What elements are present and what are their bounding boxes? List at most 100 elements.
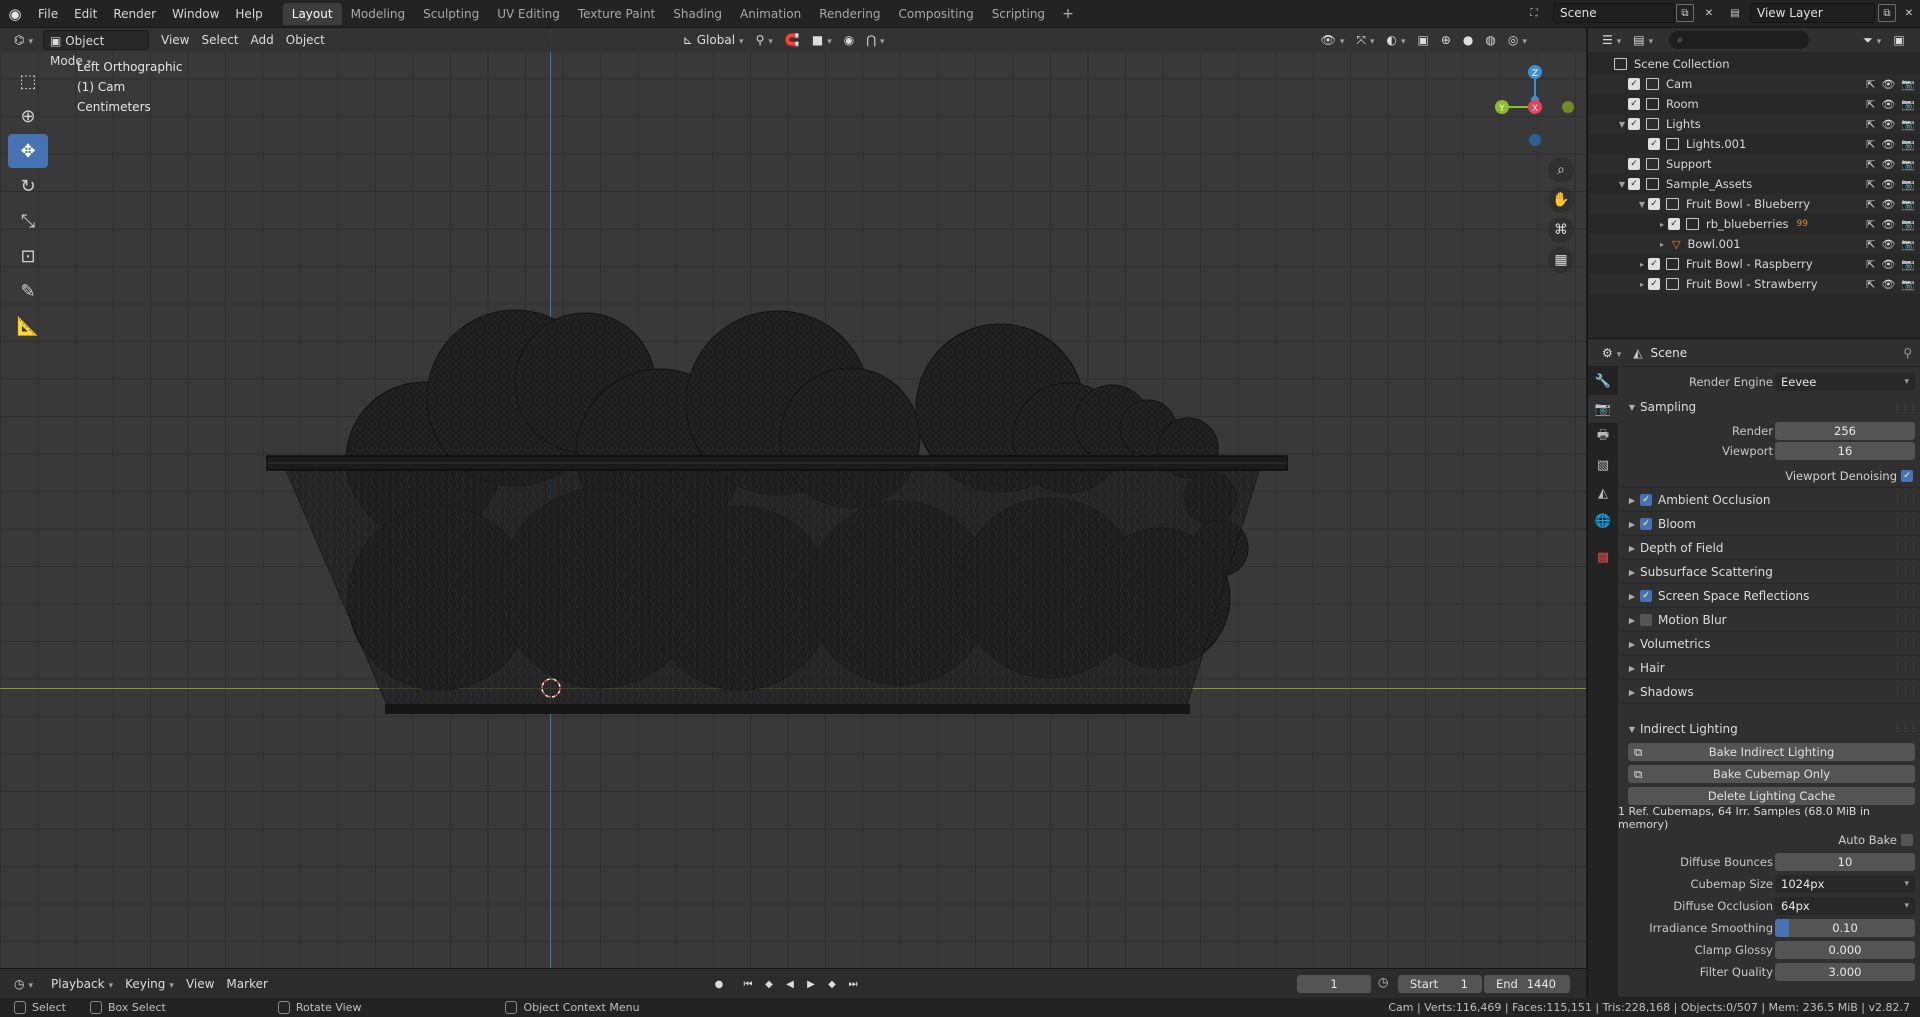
tab-layout[interactable]: Layout	[282, 2, 342, 25]
proportional-edit-icon[interactable]: ◉	[838, 30, 860, 50]
view-layer-icon[interactable]: ▤	[1726, 4, 1744, 22]
outliner-row[interactable]: ▸ ✓ Fruit Bowl - Raspberry ⇱ 👁 📷	[1588, 254, 1920, 274]
visibility-eye-icon[interactable]: 👁	[1881, 178, 1895, 191]
exclude-checkbox[interactable]: ✓	[1628, 118, 1640, 130]
render-camera-icon[interactable]: 📷	[1901, 178, 1915, 191]
playback-menu[interactable]: Playback ▾	[45, 974, 119, 994]
delete-lighting-cache-button[interactable]: Delete Lighting Cache	[1628, 787, 1915, 805]
menu-view[interactable]: View	[155, 30, 195, 50]
bake-cubemap-only-button[interactable]: ⧉ Bake Cubemap Only	[1628, 765, 1915, 783]
gizmo-toggle-icon[interactable]: ⤧ ▾	[1350, 30, 1380, 50]
world-tab-icon[interactable]: 🌐	[1588, 507, 1618, 535]
new-collection-icon[interactable]: ▣	[1887, 30, 1910, 50]
panel-enable-checkbox[interactable]: ✓	[1640, 494, 1652, 506]
drag-grip-icon[interactable]: ⋮⋮⋮	[1893, 724, 1918, 734]
collapsed-panel-header[interactable]: ▶ ✓ Ambient Occlusion ⋮⋮⋮	[1618, 488, 1920, 512]
scale-tool-icon[interactable]: ⤡	[8, 204, 48, 238]
move-tool-icon[interactable]: ✥	[8, 134, 48, 168]
panel-enable-checkbox[interactable]: ✓	[1640, 590, 1652, 602]
exclude-checkbox[interactable]: ✓	[1668, 218, 1680, 230]
render-engine-dropdown[interactable]: Eevee ▾	[1775, 373, 1915, 391]
pan-hand-icon[interactable]: ✋	[1548, 187, 1574, 213]
collapsed-panel-header[interactable]: ▶ ✓ Bloom ⋮⋮⋮	[1618, 512, 1920, 536]
render-camera-icon[interactable]: 📷	[1901, 238, 1915, 251]
menu-edit[interactable]: Edit	[66, 3, 105, 25]
jump-end-icon[interactable]: ⏭	[844, 975, 862, 993]
remove-scene-icon[interactable]: ✕	[1700, 4, 1718, 22]
disclosure-icon[interactable]: ▸	[1656, 240, 1668, 249]
drag-grip-icon[interactable]: ⋮⋮⋮	[1893, 687, 1918, 697]
rotate-tool-icon[interactable]: ↻	[8, 169, 48, 203]
render-samples-field[interactable]: 256	[1775, 422, 1915, 440]
3d-viewport[interactable]: Left Orthographic (1) Cam Centimeters ⬚ …	[0, 28, 1586, 968]
measure-tool-icon[interactable]: 📐	[8, 309, 48, 343]
render-camera-icon[interactable]: 📷	[1901, 78, 1915, 91]
outliner-row[interactable]: ▸ ▽ Bowl.001 ⇱ 👁 📷	[1588, 234, 1920, 254]
disclosure-icon[interactable]: ▼	[1636, 200, 1648, 209]
prev-keyframe-icon[interactable]: ◆	[760, 975, 778, 993]
disclosure-icon[interactable]: ▸	[1636, 260, 1648, 269]
outliner-row[interactable]: ▸ ✓ rb_blueberries 99 ⇱ 👁 📷	[1588, 214, 1920, 234]
outliner-row[interactable]: ✓ Lights.001 ⇱ 👁 📷	[1588, 134, 1920, 154]
outliner-row[interactable]: ✓ Room ⇱ 👁 📷	[1588, 94, 1920, 114]
editor-type-icon[interactable]: ⌬ ▾	[8, 30, 39, 50]
viewport-samples-field[interactable]: 16	[1775, 442, 1915, 460]
menu-select[interactable]: Select	[196, 30, 245, 50]
selectable-icon[interactable]: ⇱	[1866, 258, 1875, 271]
new-scene-icon[interactable]: ⧉	[1676, 4, 1694, 22]
disclosure-icon[interactable]: ▼	[1616, 180, 1628, 189]
visibility-eye-icon[interactable]: 👁	[1881, 278, 1895, 291]
render-camera-icon[interactable]: 📷	[1901, 118, 1915, 131]
outliner-editor-type-icon[interactable]: ☰ ▾	[1596, 30, 1627, 50]
next-keyframe-icon[interactable]: ◆	[823, 975, 841, 993]
visibility-eye-icon[interactable]: 👁	[1881, 158, 1895, 171]
remove-view-layer-icon[interactable]: ✕	[1900, 4, 1918, 22]
timeline-editor-type-icon[interactable]: ◷ ▾	[8, 974, 39, 994]
render-camera-icon[interactable]: 📷	[1901, 218, 1915, 231]
render-camera-icon[interactable]: 📷	[1901, 278, 1915, 291]
selectable-icon[interactable]: ⇱	[1866, 98, 1875, 111]
play-reverse-icon[interactable]: ◀	[781, 975, 799, 993]
exclude-checkbox[interactable]: ✓	[1648, 258, 1660, 270]
collapsed-panel-header[interactable]: ▶ Shadows ⋮⋮⋮	[1618, 680, 1920, 704]
xray-toggle-icon[interactable]: ▣	[1412, 30, 1435, 50]
pivot-point-icon[interactable]: ⚲ ▾	[750, 30, 779, 50]
ortho-grid-icon[interactable]: ▦	[1548, 247, 1574, 273]
outliner-row[interactable]: ▼ ✓ Sample_Assets ⇱ 👁 📷	[1588, 174, 1920, 194]
timeline-view-menu[interactable]: View	[180, 974, 220, 994]
indirect-lighting-panel-header[interactable]: ▼ Indirect Lighting ⋮⋮⋮	[1618, 717, 1920, 741]
snap-icon[interactable]: 🧲	[779, 30, 806, 50]
visibility-eye-icon[interactable]: 👁	[1881, 198, 1895, 211]
outliner-row[interactable]: ✓ Support ⇱ 👁 📷	[1588, 154, 1920, 174]
menu-object[interactable]: Object	[280, 30, 331, 50]
visibility-icon[interactable]: 👁 ▾	[1315, 30, 1351, 50]
render-camera-icon[interactable]: 📷	[1901, 258, 1915, 271]
selectable-icon[interactable]: ⇱	[1866, 238, 1875, 251]
auto-bake-checkbox[interactable]	[1901, 834, 1913, 846]
render-camera-icon[interactable]: 📷	[1901, 98, 1915, 111]
camera-view-icon[interactable]: ⌘	[1548, 217, 1574, 243]
menu-file[interactable]: File	[30, 3, 66, 25]
visibility-eye-icon[interactable]: 👁	[1881, 218, 1895, 231]
visibility-eye-icon[interactable]: 👁	[1881, 258, 1895, 271]
exclude-checkbox[interactable]: ✓	[1628, 78, 1640, 90]
display-mode-icon[interactable]: ▤ ▾	[1627, 30, 1659, 50]
outliner-row[interactable]: ▼ ✓ Lights ⇱ 👁 📷	[1588, 114, 1920, 134]
exclude-checkbox[interactable]: ✓	[1648, 198, 1660, 210]
menu-render[interactable]: Render	[105, 3, 164, 25]
selectable-icon[interactable]: ⇱	[1866, 278, 1875, 291]
outliner-search-input[interactable]: ⌕	[1669, 31, 1810, 49]
panel-enable-checkbox[interactable]	[1640, 614, 1652, 626]
overlay-toggle-icon[interactable]: ◐ ▾	[1380, 30, 1411, 50]
annotate-tool-icon[interactable]: ✎	[8, 274, 48, 308]
tab-sculpting[interactable]: Sculpting	[414, 3, 488, 25]
drag-grip-icon[interactable]: ⋮⋮⋮	[1893, 402, 1918, 412]
filter-icon[interactable]: ⏷ ▾	[1857, 30, 1887, 50]
exclude-checkbox[interactable]: ✓	[1648, 278, 1660, 290]
navigation-gizmo[interactable]: Z Y X	[1490, 62, 1580, 172]
tab-uv-editing[interactable]: UV Editing	[488, 3, 569, 25]
tab-scripting[interactable]: Scripting	[983, 3, 1054, 25]
tab-animation[interactable]: Animation	[731, 3, 810, 25]
jump-start-icon[interactable]: ⏮	[739, 975, 757, 993]
menu-add[interactable]: Add	[245, 30, 280, 50]
